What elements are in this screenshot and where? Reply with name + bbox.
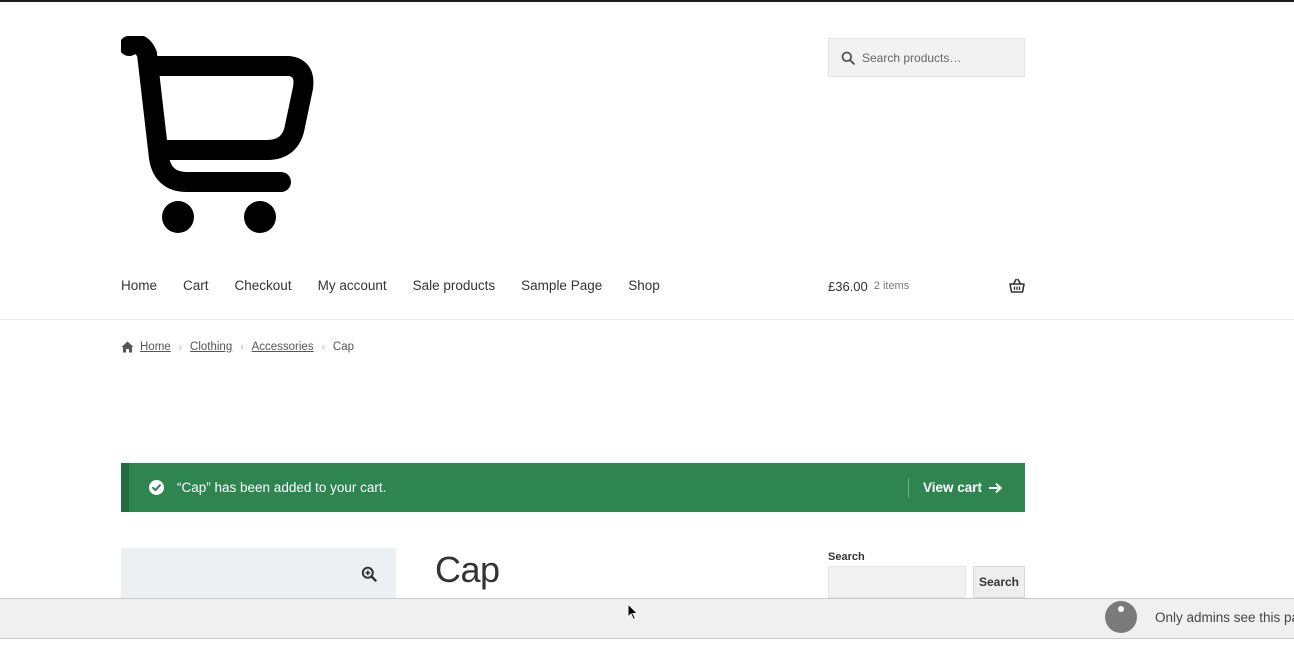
chevron-right-icon: › [240,341,244,353]
product-title: Cap [435,549,500,590]
header-divider [0,319,1294,320]
breadcrumb-accessories[interactable]: Accessories [252,341,314,353]
cart-count: 2 items [873,280,910,292]
sidebar-search-input[interactable] [828,566,966,598]
search-icon [841,51,855,65]
avatar[interactable] [1105,601,1137,633]
breadcrumb-clothing[interactable]: Clothing [190,341,232,353]
search-input[interactable] [862,50,1022,65]
breadcrumb-home[interactable]: Home [140,341,171,353]
shopping-cart-icon[interactable] [121,36,315,236]
nav-item-cart[interactable]: Cart [183,277,209,295]
nav-item-sale-products[interactable]: Sale products [413,277,496,295]
arrow-right-icon [989,482,1002,493]
cart-success-notice: “Cap” has been added to your cart. View … [121,463,1025,512]
nav-item-my-account[interactable]: My account [318,277,387,295]
breadcrumb: Home › Clothing › Accessories › Cap [121,341,354,353]
notice-message: “Cap” has been added to your cart. [177,480,387,495]
mini-cart[interactable]: £36.00 2 items [828,277,1025,295]
check-circle-icon [149,480,164,495]
nav-item-checkout[interactable]: Checkout [235,277,292,295]
mouse-cursor-icon [627,603,639,621]
basket-icon [1009,278,1025,293]
product-search[interactable] [828,38,1025,77]
primary-navigation: Home Cart Checkout My account Sale produ… [121,277,686,295]
top-border [0,0,1294,2]
home-icon [121,341,134,353]
chevron-right-icon: › [178,341,183,353]
breadcrumb-current: Cap [332,341,355,353]
cart-amount: £36.00 [828,278,868,294]
nav-item-sample-page[interactable]: Sample Page [521,277,602,295]
sidebar-search-button[interactable]: Search [973,566,1025,598]
sidebar-search-label: Search [828,551,865,563]
product-gallery[interactable] [121,548,396,598]
view-cart-link[interactable]: View cart [923,463,1003,512]
zoom-icon[interactable] [361,566,377,582]
nav-item-shop[interactable]: Shop [628,277,660,295]
chevron-right-icon: › [321,341,325,353]
admin-panel-bar: Only admins see this panel [0,598,1294,639]
notice-divider [908,478,909,498]
admin-panel-text: Only admins see this panel [1155,610,1294,625]
nav-item-home[interactable]: Home [121,277,157,295]
view-cart-label: View cart [923,480,983,495]
